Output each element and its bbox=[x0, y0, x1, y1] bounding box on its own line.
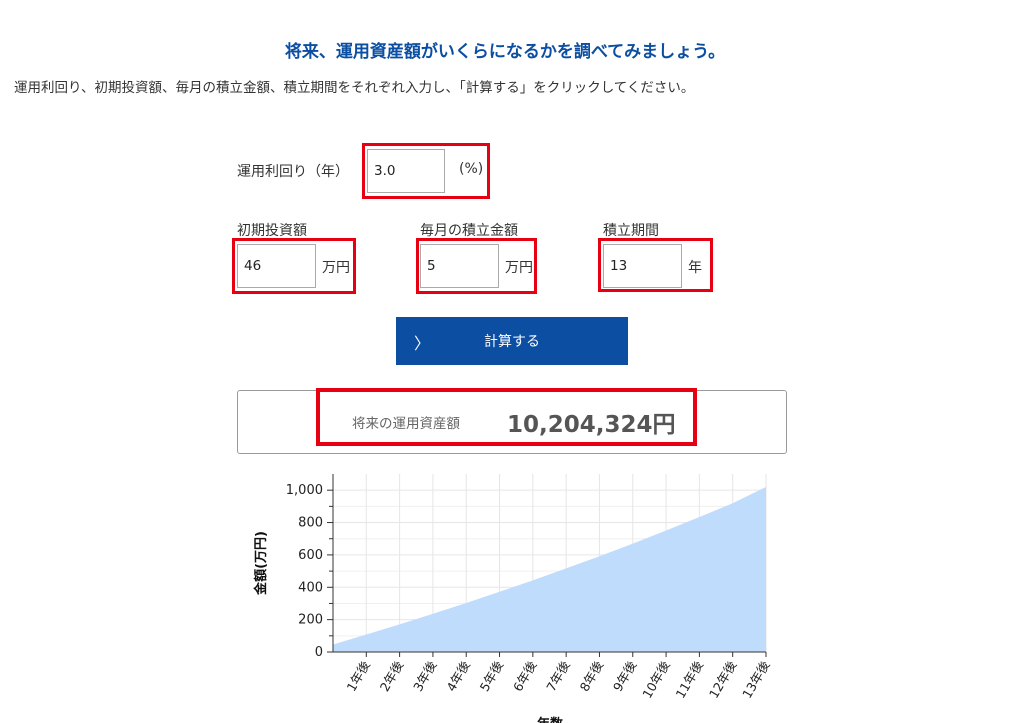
result-highlight bbox=[316, 388, 697, 446]
monthly-label: 毎月の積立金額 bbox=[420, 223, 518, 239]
page-title: 将来、運用資産額がいくらになるかを調べてみましょう。 bbox=[284, 42, 726, 62]
y-tick-label: 200 bbox=[298, 613, 323, 628]
y-tick-label: 400 bbox=[298, 580, 323, 595]
y-tick-label: 1,000 bbox=[286, 483, 323, 498]
instruction-text: 運用利回り、初期投資額、毎月の積立金額、積立期間をそれぞれ入力し、「計算する」を… bbox=[14, 80, 695, 96]
x-tick-label: 13年後 bbox=[739, 658, 773, 701]
period-label: 積立期間 bbox=[603, 223, 659, 239]
calculate-button[interactable]: 〉 計算する bbox=[396, 317, 628, 365]
initial-label: 初期投資額 bbox=[237, 223, 307, 239]
y-tick-label: 600 bbox=[298, 548, 323, 563]
x-tick-label: 11年後 bbox=[673, 658, 707, 701]
x-tick-label: 12年後 bbox=[706, 658, 740, 701]
x-tick-label: 8年後 bbox=[577, 658, 607, 694]
x-tick-label: 2年後 bbox=[377, 658, 407, 694]
x-tick-label: 10年後 bbox=[639, 658, 673, 701]
x-tick-label: 3年後 bbox=[410, 658, 440, 694]
y-tick-label: 800 bbox=[298, 516, 323, 531]
x-tick-label: 1年後 bbox=[343, 658, 373, 694]
x-tick-label: 9年後 bbox=[610, 658, 640, 694]
area-series bbox=[333, 486, 766, 652]
x-tick-label: 6年後 bbox=[510, 658, 540, 694]
y-tick-label: 0 bbox=[315, 645, 323, 660]
rate-highlight bbox=[362, 143, 490, 199]
rate-label: 運用利回り（年） bbox=[237, 164, 349, 180]
x-tick-label: 4年後 bbox=[443, 658, 473, 694]
initial-highlight bbox=[232, 238, 356, 294]
x-tick-label: 5年後 bbox=[477, 658, 507, 694]
y-axis-label: 金額(万円) bbox=[253, 531, 269, 596]
monthly-highlight bbox=[416, 238, 537, 294]
x-tick-label: 7年後 bbox=[543, 658, 573, 694]
period-highlight bbox=[598, 238, 713, 292]
chevron-right-icon: 〉 bbox=[414, 334, 431, 353]
x-axis-label: 年数 bbox=[537, 716, 564, 723]
calculate-button-label: 計算する bbox=[484, 334, 540, 350]
